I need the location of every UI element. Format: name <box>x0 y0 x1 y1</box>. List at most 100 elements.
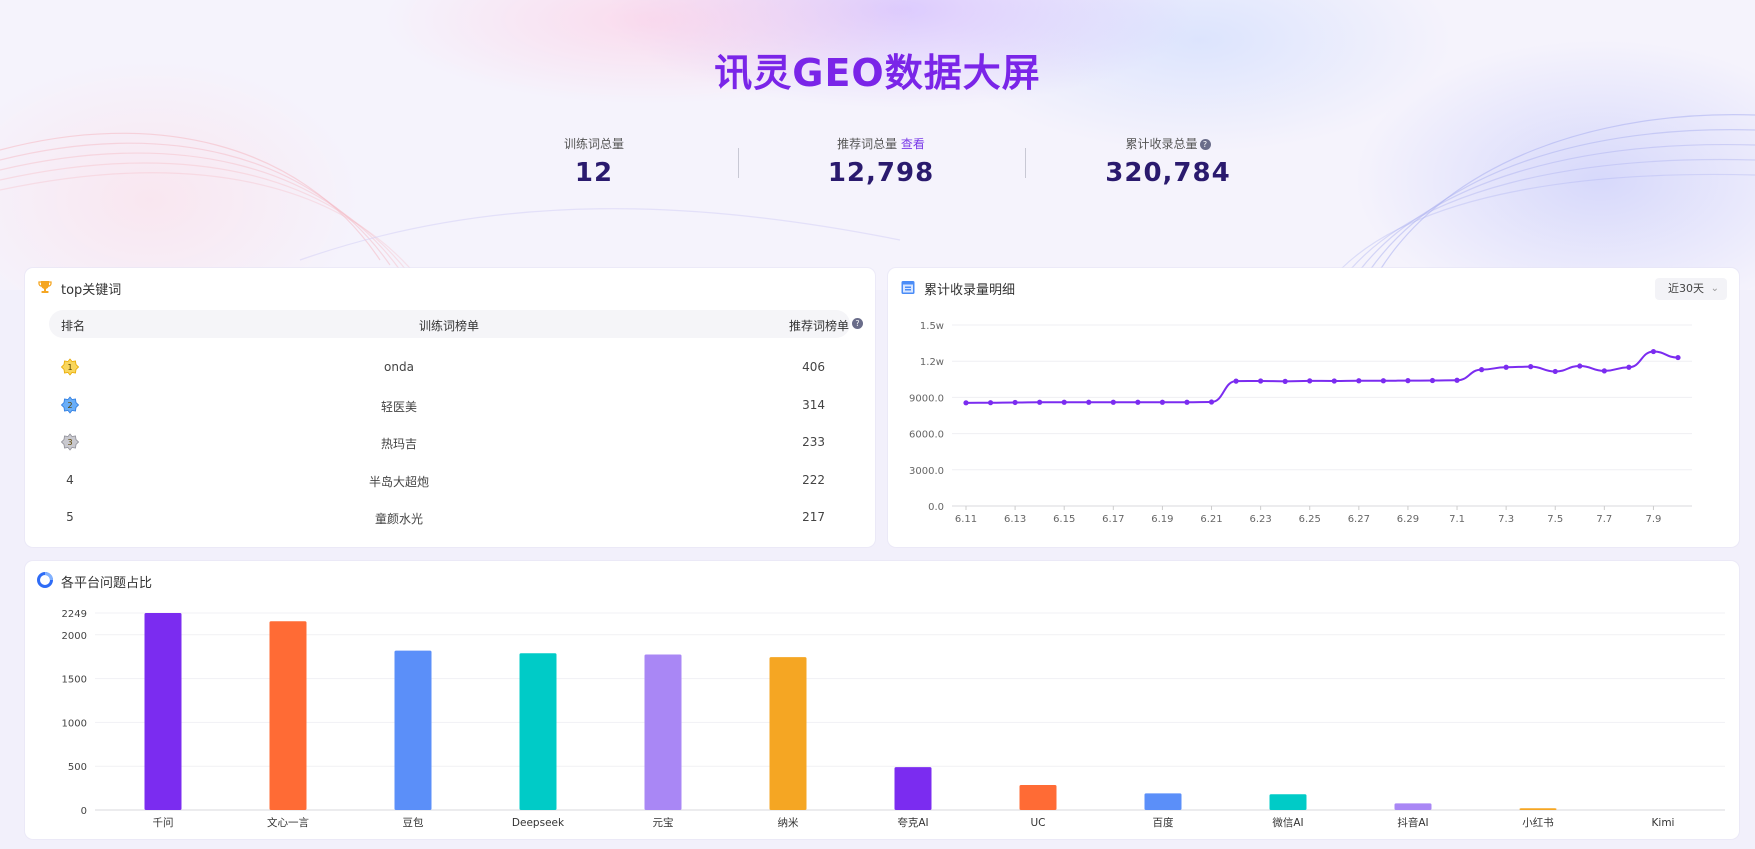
data-point <box>1135 399 1141 405</box>
x-tick-label: 元宝 <box>653 816 674 829</box>
rank-number: 5 <box>66 510 74 524</box>
rank-medal-icon: 1 <box>61 358 79 376</box>
stat-label: 训练词总量 <box>563 137 624 151</box>
table-header: 排名 训练词榜单 推荐词榜单 ? <box>49 310 863 338</box>
data-point <box>1086 399 1092 405</box>
x-tick-label: 7.9 <box>1645 514 1661 525</box>
stat-cumulative-total: 累计收录总量? 320,784 <box>1058 135 1278 188</box>
platforms-panel: 各平台问题占比 0 500 1000 1500 2000 2249 千问 文心一言 豆包 Deep… <box>25 561 1739 839</box>
data-point <box>1258 378 1264 384</box>
bar <box>519 653 557 810</box>
data-point <box>1012 399 1018 406</box>
rank-medal-icon: 2 <box>61 395 79 414</box>
data-point <box>1675 354 1681 361</box>
data-point <box>1577 363 1583 369</box>
data-point <box>1233 378 1239 384</box>
x-tick-label: 7.1 <box>1449 514 1465 525</box>
data-point <box>1307 378 1313 384</box>
rank-number: 3 <box>67 438 72 447</box>
bar <box>1144 793 1182 810</box>
view-link[interactable]: 查看 <box>901 137 925 151</box>
stat-training-words: 训练词总量 12 <box>484 135 704 188</box>
panel-title: top关键词 <box>61 283 122 298</box>
x-tick-label: 6.17 <box>1102 514 1124 525</box>
x-tick-label: Kimi <box>1652 817 1675 829</box>
recommend-count: 406 <box>802 360 825 374</box>
y-tick-label: 6000.0 <box>909 430 944 441</box>
table-row: 5 童颜水光 217 <box>25 502 875 532</box>
x-tick-label: 抖音AI <box>1397 816 1428 829</box>
recommend-count: 217 <box>802 510 825 524</box>
data-point <box>1405 378 1411 384</box>
question-icon[interactable]: ? <box>1199 139 1211 150</box>
x-tick-label: 6.27 <box>1348 514 1370 525</box>
y-tick-label: 3000.0 <box>909 466 944 477</box>
col-rank: 排名 <box>61 319 86 333</box>
stat-value: 12,798 <box>827 158 935 188</box>
data-point <box>987 400 994 406</box>
y-tick-label: 2000 <box>62 631 87 642</box>
data-point <box>1331 378 1337 384</box>
rank-medal-icon: 3 <box>61 433 79 451</box>
data-point <box>1552 368 1558 375</box>
y-tick-label: 1000 <box>62 718 87 729</box>
stat-recommend-words: 推荐词总量 查看 12,798 <box>771 135 991 188</box>
recommend-count: 222 <box>802 472 825 487</box>
rank-number: 1 <box>67 363 72 372</box>
x-tick-label: 小红书 <box>1522 816 1554 829</box>
recommend-count: 314 <box>802 397 825 412</box>
page-title: 讯灵GEO数据大屏 <box>714 51 1041 95</box>
x-tick-label: 百度 <box>1153 816 1175 829</box>
trophy-icon <box>38 281 52 293</box>
training-word: onda <box>384 360 414 374</box>
data-point <box>1184 399 1190 405</box>
x-tick-label: 文心一言 <box>267 816 309 829</box>
stat-label-row: 推荐词总量 查看 <box>771 135 991 152</box>
x-tick-label: Deepseek <box>512 817 565 829</box>
bar <box>1519 808 1557 810</box>
data-point <box>1503 364 1509 370</box>
data-point <box>1037 399 1043 405</box>
x-tick-label: 6.15 <box>1053 514 1075 525</box>
x-tick-label: 6.25 <box>1299 514 1321 525</box>
bar <box>769 657 807 810</box>
x-tick-label: 6.23 <box>1249 514 1271 525</box>
data-point <box>1380 378 1386 384</box>
data-point <box>1650 348 1657 355</box>
data-point <box>1429 377 1436 384</box>
y-tick-label: 500 <box>68 762 87 773</box>
y-tick-label: 1500 <box>62 675 87 686</box>
x-tick-label: 纳米 <box>778 816 799 829</box>
stat-value: 12 <box>574 158 614 188</box>
question-icon[interactable]: ? <box>852 318 863 329</box>
stat-label-row: 累计收录总量? <box>1058 135 1278 152</box>
x-tick-label: 6.21 <box>1200 514 1222 525</box>
data-point <box>1626 364 1632 370</box>
bar <box>1019 785 1057 810</box>
data-point <box>1601 368 1607 374</box>
y-tick-label: 0.0 <box>928 502 944 513</box>
training-word: 轻医美 <box>380 399 417 414</box>
data-point <box>1528 364 1534 370</box>
y-tick-label: 2249 <box>62 609 87 620</box>
col-training: 训练词榜单 <box>419 319 480 333</box>
rank-number: 2 <box>67 401 72 410</box>
line-chart: 0.0 3000.0 6000.0 9000.0 1.2w 1.5w 6.11 6.13 6.1… <box>909 321 1692 525</box>
bar <box>394 650 432 810</box>
data-point <box>1356 378 1362 384</box>
training-word: 半岛大超炮 <box>368 474 429 489</box>
x-tick-label: UC <box>1030 817 1045 829</box>
x-tick-label: 夸克AI <box>897 816 928 829</box>
bar <box>144 613 182 810</box>
y-tick-label: 1.2w <box>920 357 944 368</box>
bar <box>1269 794 1307 810</box>
data-point <box>1110 399 1116 405</box>
data-point <box>1454 377 1460 383</box>
training-word: 热玛吉 <box>380 437 417 451</box>
divider <box>738 148 739 178</box>
y-tick-label: 1.5w <box>920 321 944 332</box>
rank-number: 4 <box>66 472 74 487</box>
data-point <box>1208 399 1215 405</box>
data-point <box>1061 399 1067 405</box>
x-tick-label: 7.7 <box>1596 514 1612 525</box>
